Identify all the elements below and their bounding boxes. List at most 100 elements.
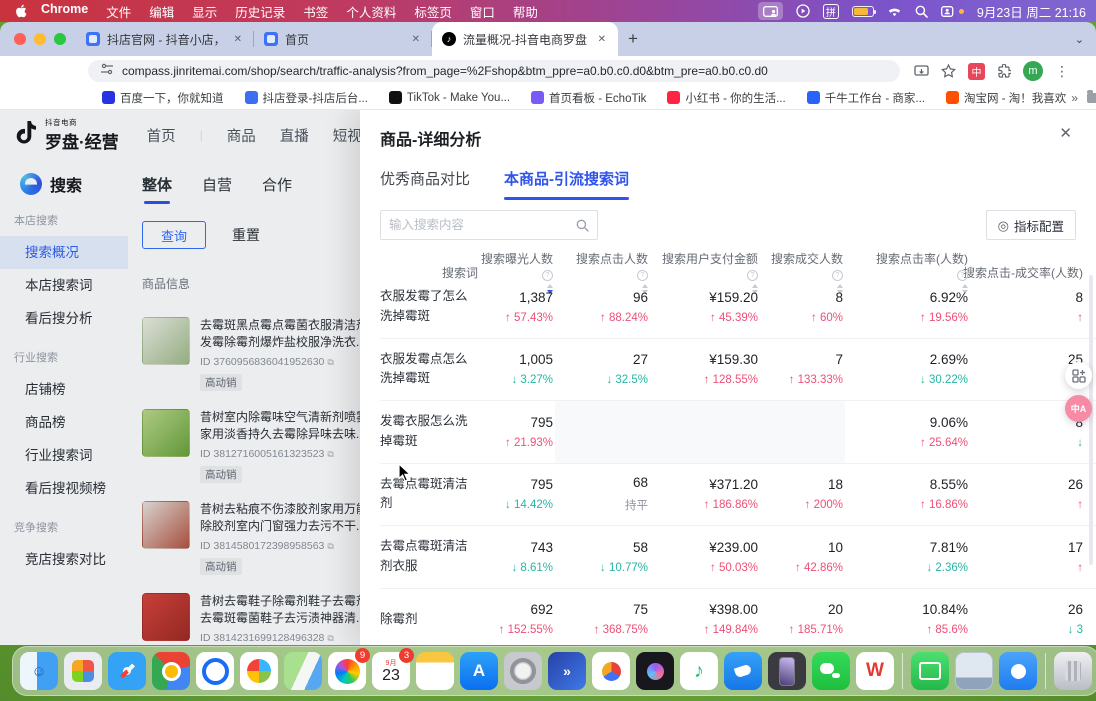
menubar-clock[interactable]: 9月23日 周二 21:16 bbox=[977, 2, 1086, 21]
table-row-1[interactable]: 衣服发霉点怎么洗掉霉斑1,005↓ 3.27%27↓ 32.5%¥159.30↑… bbox=[380, 339, 1096, 402]
tab-close-icon[interactable]: ✕ bbox=[596, 32, 608, 47]
chrome-menu-icon[interactable]: ⋮ bbox=[1055, 63, 1069, 80]
menu-item-6[interactable]: 个人资料 bbox=[337, 2, 405, 21]
close-window-button[interactable] bbox=[14, 33, 26, 45]
menu-item-0[interactable]: Chrome bbox=[32, 2, 97, 21]
translate-extension-icon[interactable]: 中 bbox=[968, 63, 985, 80]
screen-mirroring-icon[interactable] bbox=[758, 2, 783, 20]
column-header-6[interactable]: 搜索点击-成交率(人数) bbox=[970, 264, 1085, 281]
drawer-scrollbar[interactable] bbox=[1089, 275, 1093, 565]
bookmark-favicon-icon bbox=[102, 91, 115, 104]
menu-item-9[interactable]: 帮助 bbox=[504, 2, 547, 21]
play-circle-icon[interactable] bbox=[796, 2, 810, 20]
user-switch-icon[interactable] bbox=[941, 2, 964, 20]
tab-close-icon[interactable]: ✕ bbox=[232, 32, 244, 47]
drawer-tab-1[interactable]: 本商品-引流搜索词 bbox=[504, 168, 629, 189]
table-row-5[interactable]: 除霉剂692↑ 152.55%75↑ 368.75%¥398.00↑ 149.8… bbox=[380, 589, 1096, 646]
dock-trash[interactable] bbox=[1053, 651, 1093, 691]
column-header-5[interactable]: 搜索点击率(人数) bbox=[845, 250, 970, 294]
dock-xunlei[interactable]: » bbox=[547, 651, 587, 691]
input-method-icon[interactable]: 拼 bbox=[823, 4, 839, 19]
table-row-2[interactable]: 发霉衣服怎么洗掉霉斑795↑ 21.93%9.06%↑ 25.64%8↓ bbox=[380, 401, 1096, 464]
browser-tab-1[interactable]: 首页✕ bbox=[254, 22, 432, 56]
dock-iphone[interactable] bbox=[767, 651, 807, 691]
extensions-puzzle-icon[interactable] bbox=[997, 64, 1011, 78]
browser-tab-2[interactable]: ♪流量概况-抖音电商罗盘✕ bbox=[432, 22, 618, 56]
cell-value: 17 bbox=[1068, 540, 1083, 555]
dock-wechat[interactable] bbox=[811, 651, 851, 691]
bookmark-3[interactable]: 首页看板 - EchoTik bbox=[531, 90, 646, 106]
tab-close-icon[interactable]: ✕ bbox=[410, 32, 422, 47]
info-icon[interactable] bbox=[542, 270, 553, 281]
column-header-4[interactable]: 搜索成交人数 bbox=[760, 250, 845, 294]
translate-float-button[interactable]: 中A bbox=[1065, 395, 1092, 422]
bookmark-1[interactable]: 抖店登录-抖店后台... bbox=[245, 90, 368, 106]
info-icon[interactable] bbox=[832, 270, 843, 281]
dock-launchpad[interactable] bbox=[63, 651, 103, 691]
menu-item-2[interactable]: 编辑 bbox=[140, 2, 183, 21]
dock-maps[interactable] bbox=[283, 651, 323, 691]
dock-chrome[interactable] bbox=[151, 651, 191, 691]
column-header-2[interactable]: 搜索点击人数 bbox=[555, 250, 650, 294]
dock-dingtalk[interactable] bbox=[723, 651, 763, 691]
menu-item-4[interactable]: 历史记录 bbox=[226, 2, 294, 21]
table-row-4[interactable]: 去霉点霉斑清洁剂衣服743↓ 8.61%58↓ 10.77%¥239.00↑ 5… bbox=[380, 526, 1096, 589]
column-header-1[interactable]: 搜索曝光人数 bbox=[480, 250, 555, 294]
menu-item-1[interactable]: 文件 bbox=[97, 2, 140, 21]
close-icon[interactable]: ✕ bbox=[1059, 124, 1072, 142]
dock-capcut[interactable] bbox=[635, 651, 675, 691]
dock-safari[interactable] bbox=[107, 651, 147, 691]
bookmark-4[interactable]: 小红书 - 你的生活... bbox=[667, 90, 785, 106]
keyword-search-box[interactable] bbox=[380, 210, 598, 240]
dock-wps[interactable]: W bbox=[855, 651, 895, 691]
dock-settings[interactable] bbox=[503, 651, 543, 691]
column-header-3[interactable]: 搜索用户支付金额 bbox=[650, 250, 760, 294]
dock-window[interactable] bbox=[954, 651, 994, 691]
browser-tab-0[interactable]: 抖店官网 - 抖音小店，抖音电...✕ bbox=[76, 22, 254, 56]
search-icon[interactable] bbox=[576, 219, 589, 232]
dock-qq-browser[interactable] bbox=[195, 651, 235, 691]
metric-config-button[interactable]: ◎ 指标配置 bbox=[986, 210, 1076, 240]
menu-item-8[interactable]: 窗口 bbox=[461, 2, 504, 21]
install-app-icon[interactable] bbox=[914, 65, 929, 78]
dock-calendar[interactable]: 9月233 bbox=[371, 651, 411, 691]
info-icon[interactable] bbox=[957, 270, 968, 281]
bookmark-0[interactable]: 百度一下，你就知道 bbox=[102, 90, 224, 106]
dock-browser-360[interactable] bbox=[239, 651, 279, 691]
apple-logo-icon[interactable] bbox=[10, 4, 32, 18]
dock-qq-music[interactable]: ♪ bbox=[679, 651, 719, 691]
snapshot-float-button[interactable] bbox=[1065, 362, 1092, 389]
dock-lemon[interactable] bbox=[591, 651, 631, 691]
dock-photos[interactable]: 9 bbox=[327, 651, 367, 691]
dock-finder[interactable]: ☺ bbox=[19, 651, 59, 691]
bookmark-2[interactable]: TikTok - Make You... bbox=[389, 90, 510, 106]
menu-item-3[interactable]: 显示 bbox=[183, 2, 226, 21]
bookmark-6[interactable]: 淘宝网 - 淘！我喜欢 bbox=[946, 90, 1066, 106]
bookmarks-overflow-icon[interactable]: » bbox=[1071, 91, 1078, 105]
bookmark-5[interactable]: 千牛工作台 - 商家... bbox=[807, 90, 925, 106]
new-tab-button[interactable]: + bbox=[628, 29, 638, 49]
spotlight-search-icon[interactable] bbox=[915, 2, 928, 20]
wifi-icon[interactable] bbox=[887, 2, 902, 20]
drawer-tab-0[interactable]: 优秀商品对比 bbox=[380, 168, 470, 189]
menu-item-5[interactable]: 书签 bbox=[294, 2, 337, 21]
bookmark-7[interactable]: AI大神 bbox=[1087, 90, 1096, 106]
menu-item-7[interactable]: 标签页 bbox=[405, 2, 461, 21]
dock-meeting[interactable] bbox=[998, 651, 1038, 691]
zoom-window-button[interactable] bbox=[54, 33, 66, 45]
dock-app-store[interactable]: A bbox=[459, 651, 499, 691]
battery-icon[interactable] bbox=[852, 6, 874, 17]
site-settings-icon[interactable] bbox=[100, 62, 114, 80]
bookmark-star-icon[interactable] bbox=[941, 64, 956, 78]
dock-notes[interactable] bbox=[415, 651, 455, 691]
address-bar[interactable]: compass.jinritemai.com/shop/search/traff… bbox=[88, 60, 900, 82]
info-icon[interactable] bbox=[747, 270, 758, 281]
dock-messages[interactable] bbox=[910, 651, 950, 691]
table-row-3[interactable]: 去霉点霉斑清洁剂795↓ 14.42%68持平¥371.20↑ 186.86%1… bbox=[380, 464, 1096, 527]
tab-search-chevron-icon[interactable]: ⌄ bbox=[1075, 33, 1084, 46]
xunlei-icon: » bbox=[548, 652, 586, 690]
info-icon[interactable] bbox=[637, 270, 648, 281]
keyword-search-input[interactable] bbox=[381, 218, 576, 232]
minimize-window-button[interactable] bbox=[34, 33, 46, 45]
profile-avatar[interactable]: m bbox=[1023, 61, 1043, 81]
